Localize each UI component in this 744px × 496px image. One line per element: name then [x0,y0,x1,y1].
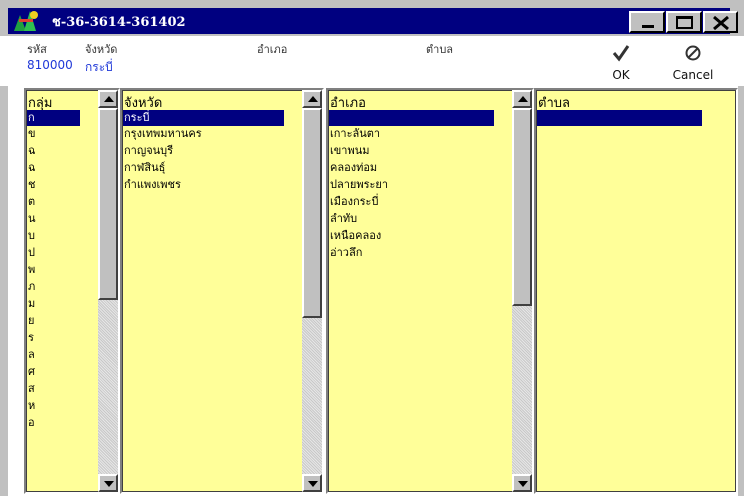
minimize-icon [642,25,654,28]
app-logo-icon [14,11,38,31]
maximize-icon [676,16,693,29]
cancel-icon [685,45,701,61]
minimize-button[interactable] [629,11,665,33]
arrow-up-icon [104,96,114,102]
info-bar: รหัส 810000 จังหวัด กระบี่ อำเภอ ตำบล OK… [0,36,744,86]
code-label: รหัส [27,43,47,56]
groups-list-item[interactable]: บ [28,228,35,243]
districts-list-item[interactable]: เกาะลันตา [330,126,380,141]
provinces-list-item[interactable]: กาญจนบุรี [124,143,173,158]
groups-list-item[interactable]: ฉ [28,160,36,175]
province-label: จังหวัด [85,43,118,56]
scroll-thumb[interactable] [98,108,118,300]
arrow-down-icon [308,481,318,487]
province-scrollbar[interactable] [302,90,322,492]
groups-list-item[interactable]: ม [28,296,35,311]
checkmark-icon [612,45,630,62]
scroll-thumb[interactable] [302,108,322,318]
group-selected-item[interactable]: ก [27,110,80,126]
provinces-list-item[interactable]: กรุงเทพมหานคร [124,126,202,141]
groups-list-item[interactable]: ศ [28,364,35,379]
district-selected-item[interactable] [329,110,494,126]
groups-list-item[interactable]: ภ [28,279,35,294]
groups-list-item[interactable]: ส [28,381,35,396]
arrow-up-icon [308,96,318,102]
group-list[interactable]: กลุ่ม ก ขฉฉชตนบปพภมยรลศสหอ [24,88,120,494]
province-value: กระบี่ [85,60,113,74]
subdistrict-selected-item[interactable] [537,110,702,126]
window-title: ช-36-3614-361402 [52,15,186,30]
scroll-down-button[interactable] [98,474,118,492]
title-bar[interactable]: ช-36-3614-361402 [8,8,738,34]
scroll-up-button[interactable] [512,90,532,108]
groups-list-item[interactable]: ร [28,330,34,345]
groups-list-item[interactable]: พ [28,262,35,277]
groups-list-item[interactable]: ป [28,245,35,260]
ok-label: OK [612,68,630,82]
code-value: 810000 [27,58,73,72]
district-list[interactable]: อำเภอ เกาะลันตา เขาพนม คลองท่อม ปลายพระยา เม… [326,88,534,494]
districts-list-item[interactable]: ปลายพระยา [330,177,388,192]
arrow-down-icon [518,481,528,487]
districts-list-item[interactable]: เมืองกระบี่ [330,194,378,209]
scroll-down-button[interactable] [512,474,532,492]
districts-list-item[interactable]: อ่าวลึก [330,245,362,260]
close-button[interactable] [703,11,738,33]
districts-list-item[interactable]: คลองท่อม [330,160,377,175]
dialog-window: ช-36-3614-361402 รหัส 810000 จังหวัด กระ… [0,0,744,496]
groups-list-item[interactable]: ข [28,126,36,141]
close-icon [713,15,729,31]
maximize-button[interactable] [666,11,702,33]
groups-list-item[interactable]: ห [28,398,35,413]
groups-list-item[interactable]: ล [28,347,35,362]
provinces-list-item[interactable]: กำแพงเพชร [124,177,181,192]
arrow-up-icon [518,96,528,102]
districts-list-item[interactable]: เขาพนม [330,143,369,158]
subdistrict-label: ตำบล [426,43,454,56]
scroll-up-button[interactable] [98,90,118,108]
groups-list-item[interactable]: ต [28,194,35,209]
districts-list-item[interactable]: ลำทับ [330,211,357,226]
groups-list-item[interactable]: น [28,211,36,226]
groups-list-item[interactable]: ฉ [28,143,36,158]
arrow-down-icon [104,481,114,487]
province-selected-item[interactable]: กระบี่ [123,110,284,126]
list-area: กลุ่ม ก ขฉฉชตนบปพภมยรลศสหอ จังหวัด กระบี… [8,86,738,496]
cancel-button[interactable]: Cancel [668,44,718,82]
provinces-list-item[interactable]: กาฬสินธุ์ [124,160,165,175]
district-scrollbar[interactable] [512,90,532,492]
scroll-up-button[interactable] [302,90,322,108]
ok-button[interactable]: OK [596,44,646,82]
province-list[interactable]: จังหวัด กระบี่ กรุงเทพมหานคร กาญจนบุรี กาฬ… [120,88,324,494]
scroll-down-button[interactable] [302,474,322,492]
district-label: อำเภอ [257,43,288,56]
cancel-label: Cancel [672,68,714,82]
groups-list-item[interactable]: อ [28,415,35,430]
subdistrict-list[interactable]: ตำบล [534,88,738,494]
groups-list-item[interactable]: ช [28,177,35,192]
groups-list-item[interactable]: ย [28,313,34,328]
group-scrollbar[interactable] [98,90,118,492]
districts-list-item[interactable]: เหนือคลอง [330,228,381,243]
scroll-thumb[interactable] [512,108,532,306]
